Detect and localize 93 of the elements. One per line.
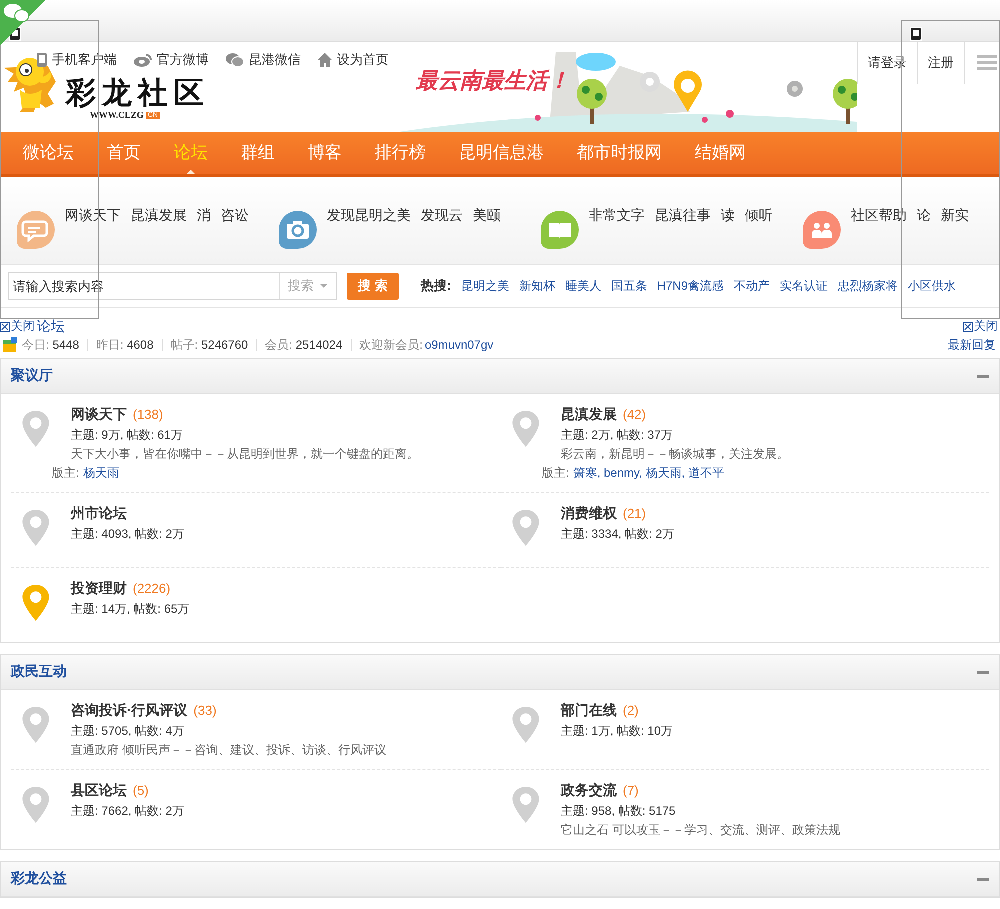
close-icon[interactable]	[963, 322, 973, 332]
close-icon[interactable]	[0, 322, 10, 332]
account-link[interactable]: 注册	[917, 42, 964, 84]
hot-search-link[interactable]: 实名认证	[780, 278, 828, 294]
breadcrumb-link[interactable]: 论坛	[37, 318, 65, 334]
channel-link[interactable]: 倾听	[745, 207, 773, 264]
hot-search-link[interactable]: 不动产	[734, 278, 770, 294]
forum-title-link[interactable]: 县区论坛	[71, 782, 127, 798]
forum-title-link[interactable]: 投资理财	[71, 580, 127, 596]
calendar-icon	[2, 337, 18, 353]
forum-title-link[interactable]: 部门在线	[561, 702, 617, 718]
forum-stats: 主题: 7662, 帖数: 2万	[71, 803, 186, 820]
channel-link[interactable]: 非常文字	[589, 207, 645, 264]
menu-icon[interactable]	[977, 55, 997, 71]
channel-link[interactable]: 读	[721, 207, 735, 264]
channel-link[interactable]: 发现昆明之美	[327, 207, 411, 264]
new-member-link[interactable]: o9muvn07gv	[424, 338, 494, 352]
slogan: 最云南最生活！	[416, 67, 570, 96]
forum-title-link[interactable]: 政务交流	[561, 782, 617, 798]
new-post-count: (2)	[623, 703, 639, 718]
header-link[interactable]: 设为首页	[317, 51, 389, 69]
channel-icon[interactable]	[541, 211, 579, 249]
channel-link[interactable]: 新实	[941, 207, 969, 264]
moderator-label: 版主:	[52, 465, 80, 482]
swirl-icon	[133, 52, 153, 68]
site-logo-text: 彩龙社区	[66, 78, 210, 110]
header-link[interactable]: 昆港微信	[225, 51, 301, 69]
close-ad-link[interactable]: 关闭	[0, 318, 35, 335]
new-post-count: (33)	[194, 703, 217, 718]
channel-link[interactable]: 昆滇往事	[655, 207, 711, 264]
hot-search-link[interactable]: 睡美人	[565, 278, 602, 294]
site-url: WWW.CLZG	[90, 110, 144, 120]
forum-description: 天下大小事，皆在你嘴中－－从昆明到世界，就一个键盘的距离。	[71, 446, 420, 463]
forum-stats: 主题: 3334, 帖数: 2万	[561, 526, 676, 543]
forum-description: 直通政府 倾听民声－－咨询、建议、投诉、访谈、行风评议	[71, 742, 388, 759]
hot-search-link[interactable]: 新知杯	[519, 278, 556, 294]
chat-bubbles-icon	[225, 52, 245, 68]
hot-search-link[interactable]: 昆明之美	[461, 278, 510, 294]
forum-description: 它山之石 可以攻玉－－学习、交流、测评、政策法规	[561, 822, 842, 839]
moderator-links[interactable]: 杨天雨	[83, 465, 120, 482]
collapse-icon[interactable]	[977, 374, 989, 378]
stat-text: 会员: 2514024	[256, 339, 351, 351]
channel-icon[interactable]	[17, 211, 55, 249]
forum-stats: 主题: 14万, 帖数: 65万	[71, 601, 191, 618]
new-post-count: (42)	[623, 407, 646, 422]
hot-search-link[interactable]: 忠烈杨家将	[838, 278, 898, 294]
phone-icon	[910, 27, 922, 41]
new-post-count: (21)	[623, 506, 646, 521]
new-post-count: (7)	[623, 783, 639, 798]
channel-link[interactable]: 论	[917, 207, 931, 264]
section-header: 政民互动	[1, 655, 999, 690]
channel-link[interactable]: 昆滇发展	[131, 207, 187, 264]
forum-title-link[interactable]: 网谈天下	[71, 406, 127, 422]
stat-text: 今日: 5448	[21, 339, 80, 351]
forum-description: 彩云南，新昆明－－畅谈城事，关注发展。	[561, 446, 790, 463]
forum-title-link[interactable]: 州市论坛	[71, 505, 127, 521]
moderator-label: 版主:	[542, 465, 570, 482]
forum-stats: 主题: 1万, 帖数: 10万	[561, 723, 674, 740]
forum-title-link[interactable]: 消费维权	[561, 505, 617, 521]
hot-search-link[interactable]: 小区供水	[908, 278, 956, 294]
collapse-icon[interactable]	[977, 670, 989, 674]
new-member-label: 欢迎新会员:	[350, 339, 423, 351]
forum-title-link[interactable]: 昆滇发展	[561, 406, 617, 422]
new-post-count: (5)	[133, 783, 149, 798]
forum-stats: 主题: 2万, 帖数: 37万	[561, 427, 674, 444]
new-post-count: (138)	[133, 407, 164, 422]
chat-corner-icon[interactable]	[0, 0, 46, 46]
forum-stats: 主题: 5705, 帖数: 4万	[71, 723, 186, 740]
hot-search-link[interactable]: H7N9禽流感	[657, 278, 724, 294]
latest-replies-link[interactable]: 最新回复	[948, 336, 996, 354]
collapse-icon[interactable]	[977, 878, 989, 880]
channel-icon[interactable]	[279, 211, 317, 249]
home-icon	[317, 52, 333, 68]
section-header: 聚议厅	[1, 359, 999, 394]
channel-link[interactable]: 咨讼	[221, 207, 249, 264]
stat-text: 帖子: 5246760	[162, 339, 256, 351]
channel-icon[interactable]	[803, 211, 841, 249]
hot-search-label: 热搜:	[421, 277, 452, 295]
section-header: 彩龙公益	[1, 862, 999, 897]
new-post-count: (2226)	[133, 581, 171, 596]
channel-link[interactable]: 发现云	[421, 207, 463, 264]
close-ad-link[interactable]: 关闭	[963, 318, 998, 335]
forum-title-link[interactable]: 咨询投诉·行风评议	[71, 702, 188, 718]
channel-link[interactable]: 消	[197, 207, 211, 264]
stat-text: 昨日: 4608	[87, 339, 162, 351]
forum-stats: 主题: 9万, 帖数: 61万	[71, 427, 184, 444]
phone-icon	[36, 52, 48, 68]
forum-stats: 主题: 958, 帖数: 5175	[561, 803, 677, 820]
forum-stats: 主题: 4093, 帖数: 2万	[71, 526, 186, 543]
hot-search-link[interactable]: 国五条	[611, 278, 648, 294]
header-link[interactable]: 官方微博	[133, 51, 209, 69]
channel-link[interactable]: 美颐	[473, 207, 501, 264]
moderator-links[interactable]: 箫寒, benmy, 杨天雨, 道不平	[573, 465, 724, 482]
